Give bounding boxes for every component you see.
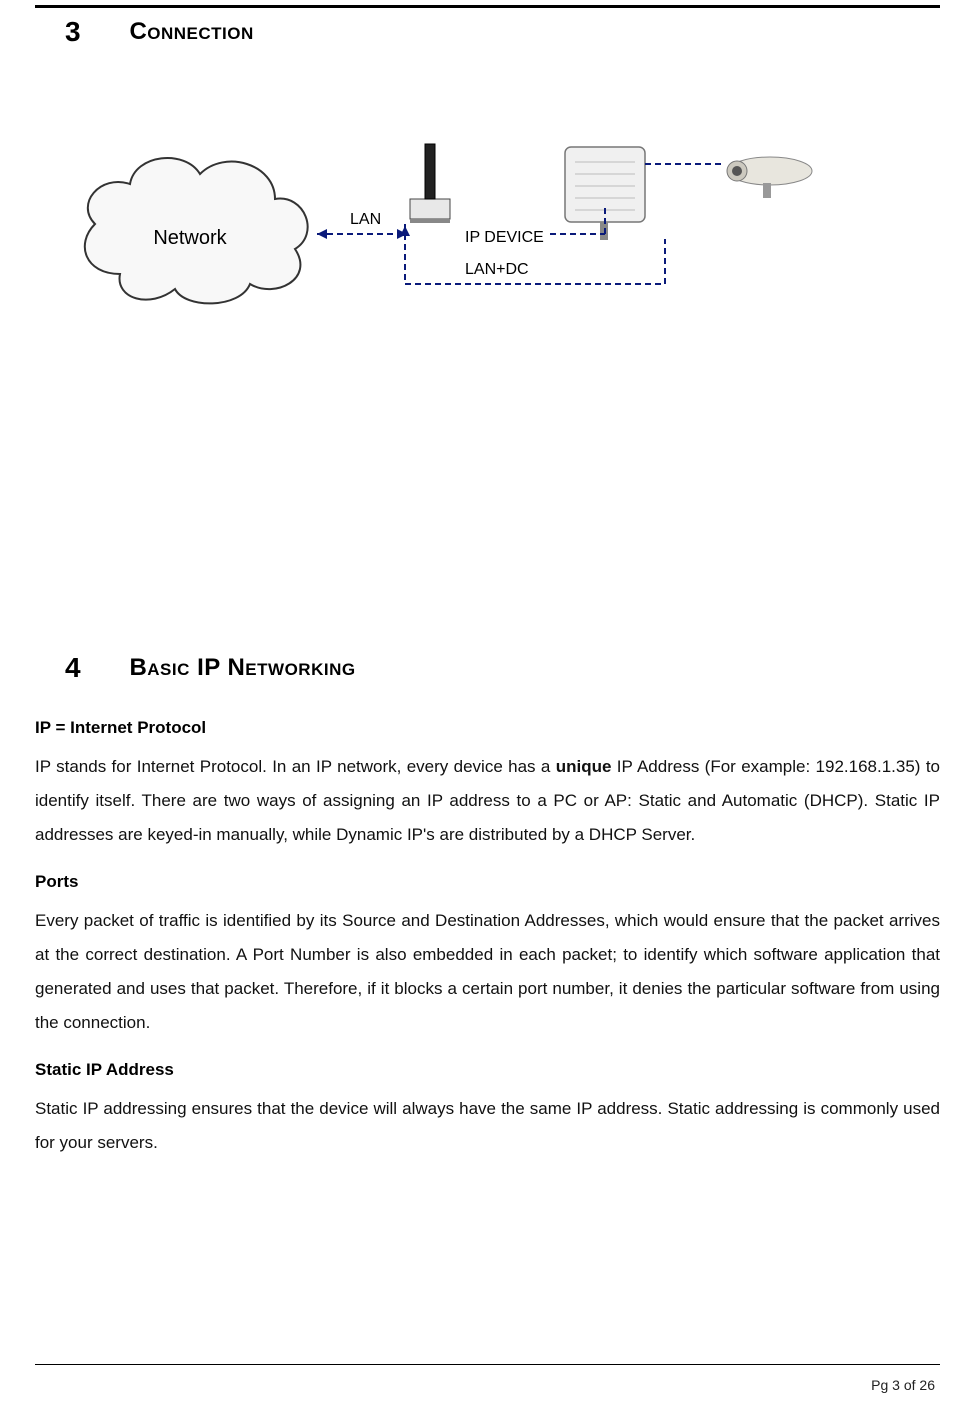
section-3-heading: 3 Connection	[35, 8, 940, 54]
network-cloud-icon: Network	[85, 158, 308, 303]
network-cloud-label: Network	[153, 227, 227, 249]
static-ip-heading: Static IP Address	[35, 1060, 940, 1080]
ip-protocol-body: IP stands for Internet Protocol. In an I…	[35, 750, 940, 852]
section-4-number: 4	[65, 652, 125, 684]
ports-heading: Ports	[35, 872, 940, 892]
camera-icon	[727, 157, 812, 198]
section-4-heading: 4 Basic IP Networking	[35, 644, 940, 690]
section-4-title: Basic IP Networking	[129, 654, 355, 681]
ip-protocol-heading: IP = Internet Protocol	[35, 718, 940, 738]
spacer	[35, 344, 940, 644]
ports-body: Every packet of traffic is identified by…	[35, 904, 940, 1040]
ip-protocol-bold: unique	[556, 757, 612, 776]
section-3-number: 3	[65, 16, 125, 48]
bottom-rule	[35, 1364, 940, 1365]
static-ip-body: Static IP addressing ensures that the de…	[35, 1092, 940, 1160]
page-footer: Pg 3 of 26	[871, 1377, 935, 1393]
landc-label: LAN+DC	[465, 261, 529, 278]
section-3-title: Connection	[129, 18, 253, 45]
ip-device-label: IP DEVICE	[465, 229, 544, 246]
connection-diagram: Network LAN IP DEVI	[65, 124, 825, 344]
lan-label: LAN	[350, 211, 381, 228]
ip-device-icon	[410, 144, 450, 223]
ip-protocol-part1: IP stands for Internet Protocol. In an I…	[35, 757, 556, 776]
outdoor-unit-icon	[565, 147, 645, 240]
